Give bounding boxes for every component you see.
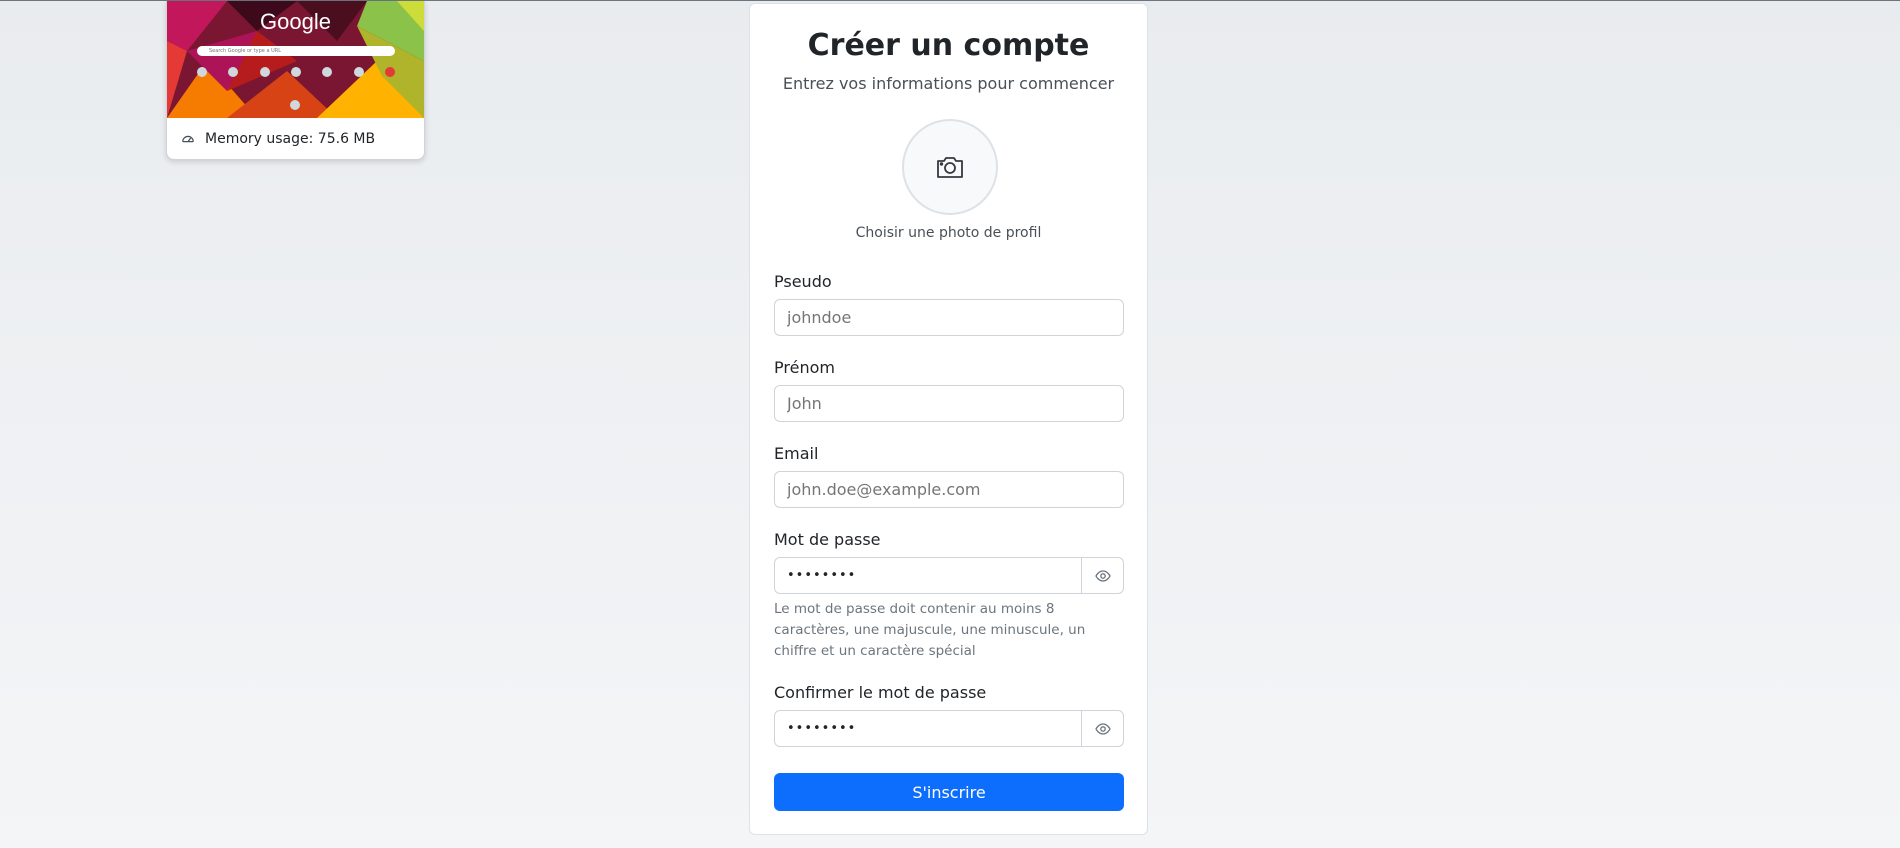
confirm-password-input[interactable]: •••••••• xyxy=(775,711,1081,746)
confirm-password-label: Confirmer le mot de passe xyxy=(774,683,987,702)
page-subtitle: Entrez vos informations pour commencer xyxy=(782,74,1115,93)
signup-card: Créer un compte Entrez vos informations … xyxy=(749,3,1148,835)
camera-icon xyxy=(937,157,963,178)
email-label: Email xyxy=(774,444,819,463)
profile-photo-label[interactable]: Choisir une photo de profil xyxy=(750,225,1147,241)
memory-usage-row: Memory usage: 75.6 MB xyxy=(167,118,424,159)
prenom-input[interactable] xyxy=(774,385,1124,422)
pseudo-input[interactable] xyxy=(774,299,1124,336)
confirm-password-field-group: •••••••• xyxy=(774,710,1124,747)
password-input[interactable]: •••••••• xyxy=(775,558,1081,593)
thumbnail-shortcuts xyxy=(197,67,395,77)
thumbnail-add-shortcut xyxy=(290,100,300,110)
eye-icon xyxy=(1094,722,1111,735)
password-help-text: Le mot de passe doit contenir au moins 8… xyxy=(774,601,1086,659)
thumbnail-search-bar: Search Google or type a URL xyxy=(197,46,395,56)
thumbnail-logo: Google xyxy=(260,9,331,34)
prenom-label: Prénom xyxy=(774,358,835,377)
memory-usage-label: Memory usage: 75.6 MB xyxy=(205,130,376,147)
toggle-password-visibility-button[interactable] xyxy=(1081,558,1123,593)
email-input[interactable] xyxy=(774,471,1124,508)
password-label: Mot de passe xyxy=(774,530,881,549)
signup-submit-button[interactable]: S'inscrire xyxy=(774,773,1124,811)
memory-gauge-icon xyxy=(181,132,195,146)
pseudo-label: Pseudo xyxy=(774,272,832,291)
password-field-group: •••••••• xyxy=(774,557,1124,594)
tab-hover-preview: Google Search Google or type a URL Memor… xyxy=(166,1,425,160)
eye-icon xyxy=(1094,569,1111,582)
profile-photo-picker[interactable] xyxy=(902,119,998,215)
page-title: Créer un compte xyxy=(807,28,1090,63)
toggle-confirm-password-visibility-button[interactable] xyxy=(1081,711,1123,746)
